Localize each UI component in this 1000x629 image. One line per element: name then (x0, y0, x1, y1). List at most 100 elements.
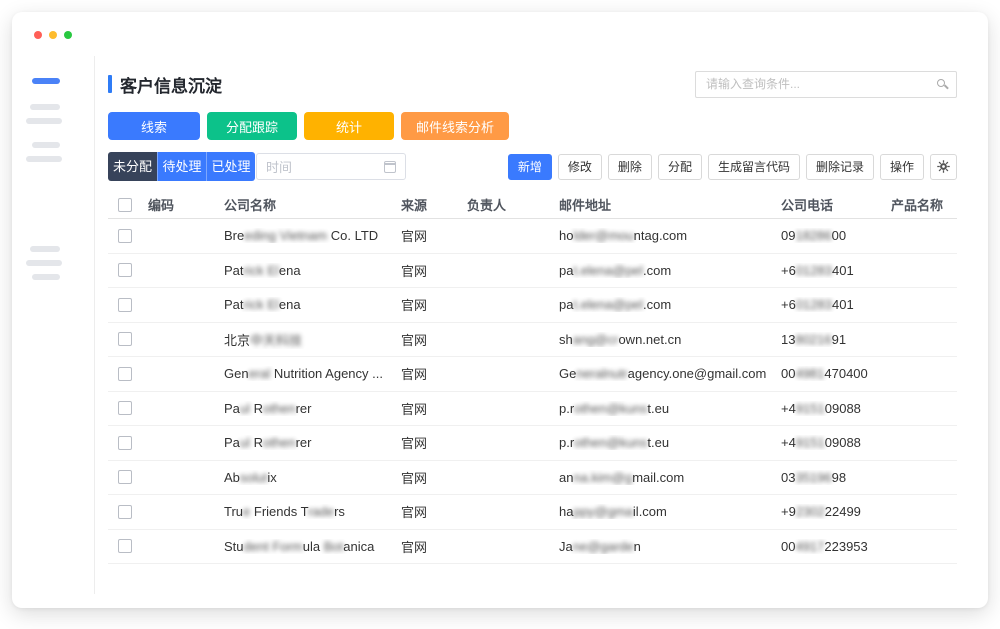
column-header-source: 来源 (401, 195, 467, 214)
cell-source: 官网 (401, 468, 467, 487)
sidebar-skeleton-bar (26, 260, 62, 266)
search-box (695, 71, 957, 98)
row-select-cell (108, 263, 148, 277)
minimize-window-button[interactable] (49, 31, 57, 39)
row-checkbox[interactable] (118, 229, 132, 243)
main-content: 客户信息沉淀 线索 分配跟踪 统计 邮件线索分析 未分配 待处理 已处理 时间 (95, 64, 988, 564)
sidebar-skeleton-bar (26, 118, 62, 124)
cell-phone: 004981470400 (781, 366, 891, 381)
cell-email: pat.elena@pel.com (559, 263, 781, 278)
add-button[interactable]: 新增 (508, 154, 552, 180)
page-header: 客户信息沉淀 (108, 64, 957, 104)
table-row: Paul Rothenrer官网p.rothen@kunst.eu+491510… (108, 426, 957, 461)
cell-phone: 138021691 (781, 332, 891, 347)
row-checkbox[interactable] (118, 401, 132, 415)
cell-email: pat.elena@pel.com (559, 297, 781, 312)
table-row: General Nutrition Agency ...官网 Generalnut… (108, 357, 957, 392)
statistics-button[interactable]: 统计 (304, 112, 394, 140)
row-select-cell (108, 505, 148, 519)
customer-table: 编码 公司名称 来源 负责人 邮件地址 公司电话 产品名称 Breeding V… (108, 191, 957, 564)
cell-phone: 091828600 (781, 228, 891, 243)
cell-source: 官网 (401, 433, 467, 452)
column-header-email: 邮件地址 (559, 195, 781, 214)
row-select-cell (108, 436, 148, 450)
select-all-cell (108, 198, 148, 212)
sidebar-skeleton-bar (30, 246, 60, 252)
row-checkbox[interactable] (118, 436, 132, 450)
row-checkbox[interactable] (118, 263, 132, 277)
select-all-checkbox[interactable] (118, 198, 132, 212)
table-row: Patrick Elena官网 pat.elena@pel.com+6012834… (108, 288, 957, 323)
status-filter-tabs: 未分配 待处理 已处理 (108, 152, 255, 181)
cell-company: Breeding Vietnam Co. LTD (224, 228, 401, 243)
toolbar: 新增 修改 删除 分配 生成留言代码 删除记录 操作 (508, 154, 957, 180)
filter-tab-processed[interactable]: 已处理 (206, 152, 255, 181)
cell-company: Patrick Elena (224, 263, 401, 278)
edit-button[interactable]: 修改 (558, 154, 602, 180)
table-row: Paul Rothenrer官网p.rothen@kunst.eu+491510… (108, 392, 957, 427)
table-row: 北京中天科技官网shang@crown.net.cn138021691 (108, 323, 957, 358)
row-checkbox[interactable] (118, 470, 132, 484)
cell-company: Patrick Elena (224, 297, 401, 312)
sidebar-skeleton-bar (30, 104, 60, 110)
close-window-button[interactable] (34, 31, 42, 39)
cell-source: 官网 (401, 261, 467, 280)
cell-source: 官网 (401, 364, 467, 383)
cell-source: 官网 (401, 537, 467, 556)
row-select-cell (108, 367, 148, 381)
cell-phone: +601283401 (781, 297, 891, 312)
email-lead-analysis-button[interactable]: 邮件线索分析 (401, 112, 509, 140)
table-row: Patrick Elena官网 pat.elena@pel.com+6012834… (108, 254, 957, 289)
row-checkbox[interactable] (118, 505, 132, 519)
row-select-cell (108, 470, 148, 484)
cell-email: anna.kim@gmail.com (559, 470, 781, 485)
filter-tab-pending[interactable]: 待处理 (157, 152, 206, 181)
cell-phone: 004917223953 (781, 539, 891, 554)
cell-source: 官网 (401, 295, 467, 314)
table-body: Breeding Vietnam Co. LTD官网holder@mountag… (108, 219, 957, 564)
row-checkbox[interactable] (118, 539, 132, 553)
column-header-owner: 负责人 (467, 195, 559, 214)
table-header-row: 编码 公司名称 来源 负责人 邮件地址 公司电话 产品名称 (108, 191, 957, 219)
sidebar-skeleton-bar (32, 142, 60, 148)
delete-button[interactable]: 删除 (608, 154, 652, 180)
delete-records-button[interactable]: 删除记录 (806, 154, 874, 180)
cell-company: True Friends Traders (224, 504, 401, 519)
leads-button[interactable]: 线索 (108, 112, 200, 140)
cell-company: General Nutrition Agency ... (224, 366, 401, 381)
date-filter-input[interactable]: 时间 (256, 153, 406, 180)
row-select-cell (108, 298, 148, 312)
row-checkbox[interactable] (118, 298, 132, 312)
column-header-phone: 公司电话 (781, 195, 891, 214)
zoom-window-button[interactable] (64, 31, 72, 39)
filter-tab-unassigned[interactable]: 未分配 (108, 152, 157, 181)
assign-button[interactable]: 分配 (658, 154, 702, 180)
table-row: Student Formula Botanica官网Jane@garden004… (108, 530, 957, 565)
row-checkbox[interactable] (118, 367, 132, 381)
search-input[interactable] (695, 71, 957, 98)
cell-email: happy@gmail.com (559, 504, 781, 519)
actions-button[interactable]: 操作 (880, 154, 924, 180)
cell-email: holder@mountag.com (559, 228, 781, 243)
cell-company: Student Formula Botanica (224, 539, 401, 554)
assignment-tracking-button[interactable]: 分配跟踪 (207, 112, 297, 140)
title-accent-bar (108, 75, 112, 93)
nav-button-row: 线索 分配跟踪 统计 邮件线索分析 (108, 112, 957, 140)
cell-email: Generalnutragency.one@gmail.com (559, 366, 781, 381)
cell-source: 官网 (401, 226, 467, 245)
cell-email: p.rothen@kunst.eu (559, 401, 781, 416)
search-icon[interactable] (937, 79, 945, 87)
row-select-cell (108, 332, 148, 346)
cell-email: p.rothen@kunst.eu (559, 435, 781, 450)
column-header-code: 编码 (148, 195, 224, 214)
cell-source: 官网 (401, 502, 467, 521)
row-checkbox[interactable] (118, 332, 132, 346)
sidebar-skeleton-bar (32, 274, 60, 280)
cell-phone: +601283401 (781, 263, 891, 278)
cell-source: 官网 (401, 399, 467, 418)
settings-button[interactable] (930, 154, 957, 180)
generate-message-code-button[interactable]: 生成留言代码 (708, 154, 800, 180)
page-title-text: 客户信息沉淀 (120, 72, 222, 97)
cell-phone: +9230222499 (781, 504, 891, 519)
window-controls (34, 31, 72, 39)
